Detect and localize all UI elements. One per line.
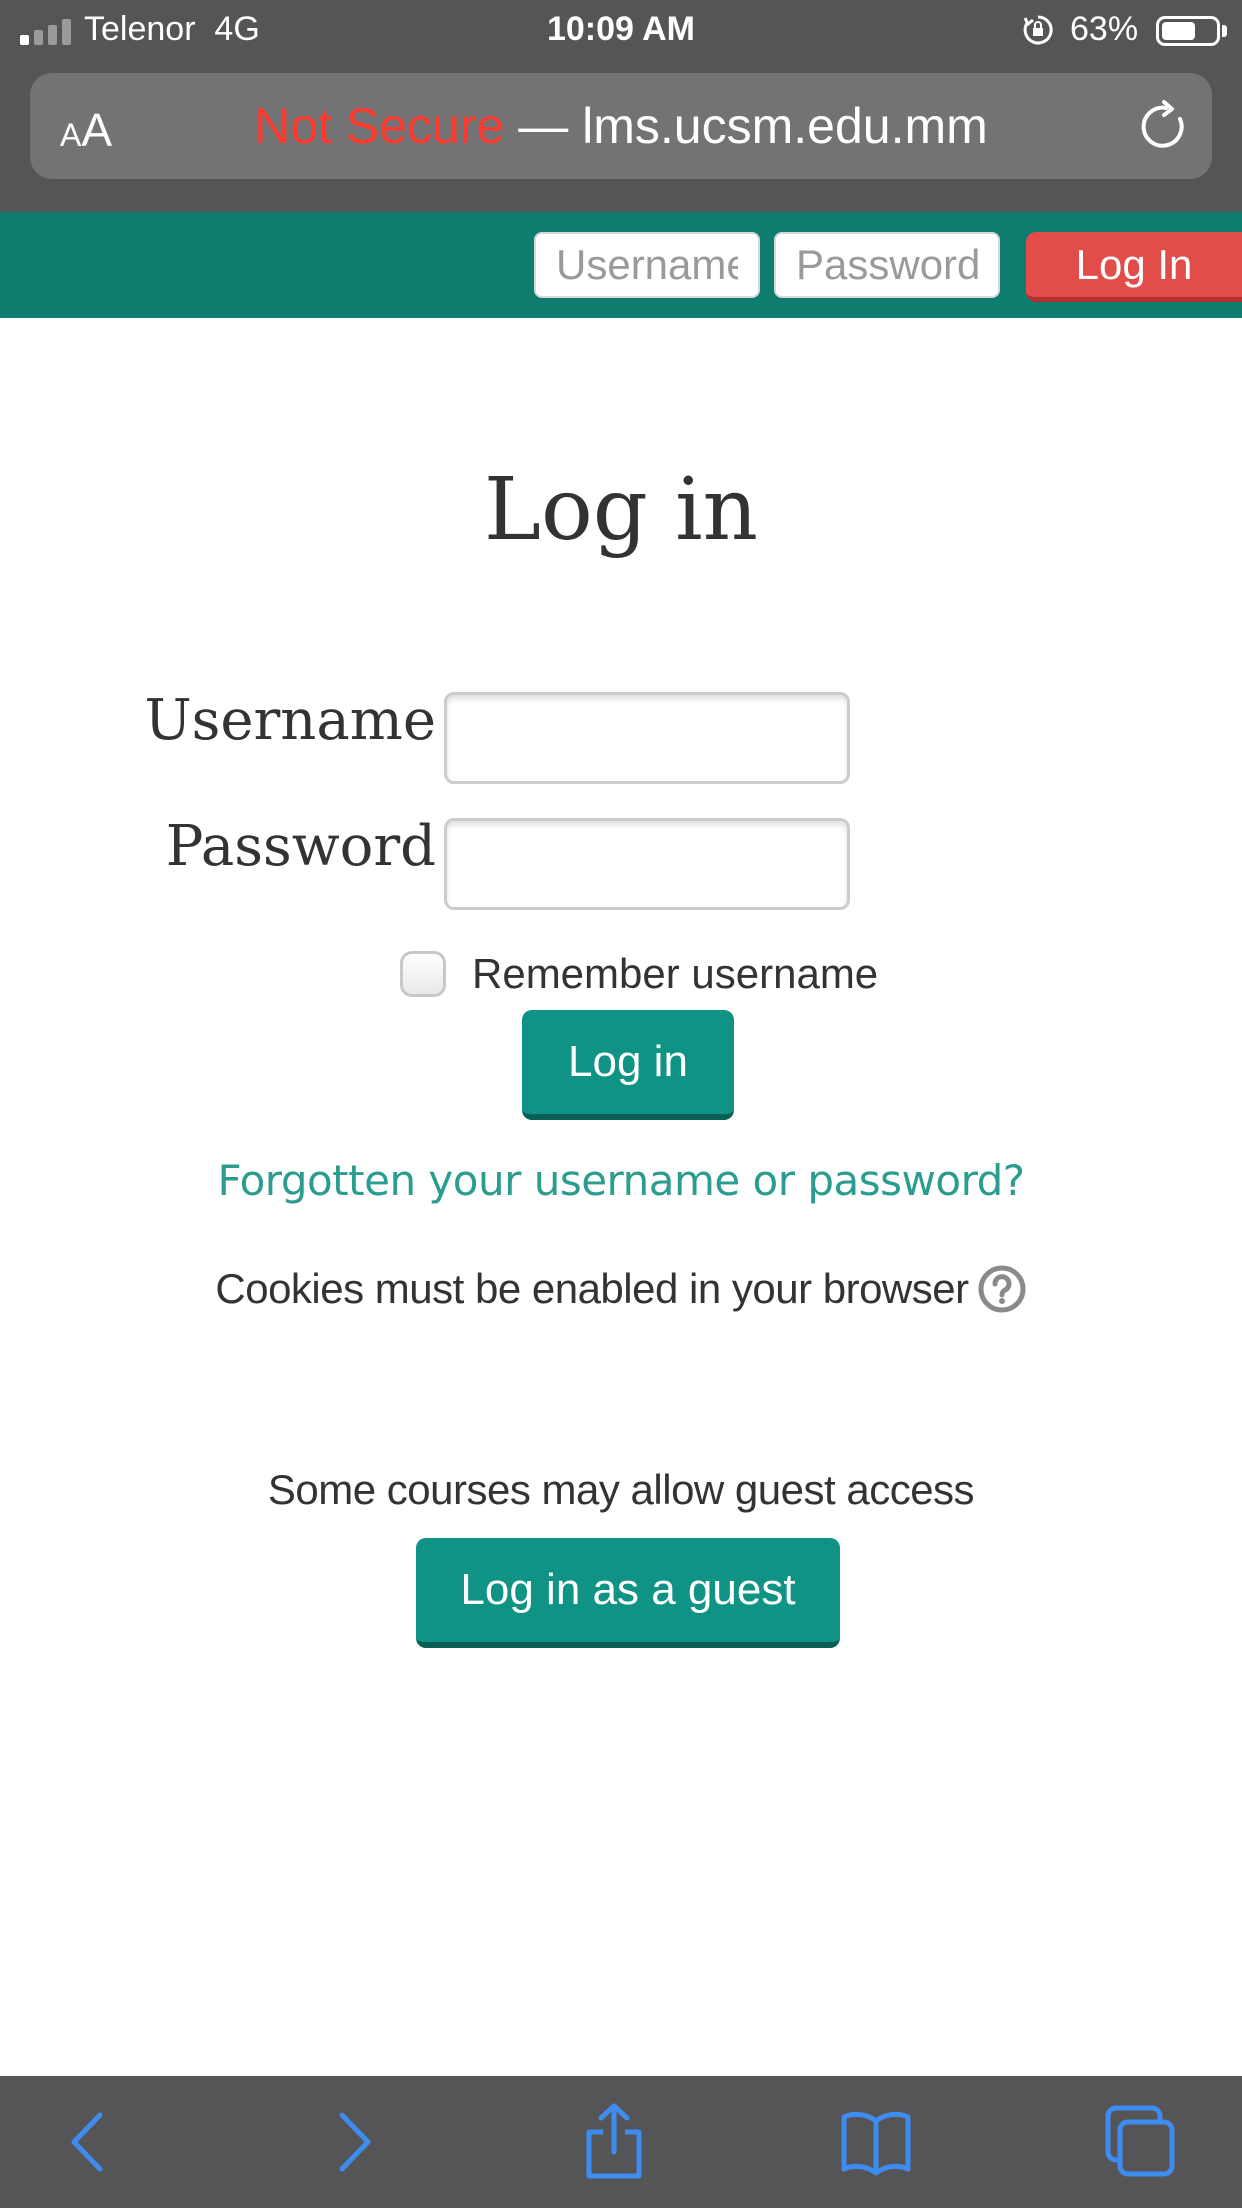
address-bar[interactable]: AA Not Secure — lms.ucsm.edu.mm	[30, 73, 1212, 179]
url-separator: —	[504, 98, 583, 154]
back-button[interactable]	[50, 2102, 130, 2182]
remember-username: Remember username	[400, 948, 878, 1000]
tabs-button[interactable]	[1100, 2102, 1180, 2182]
remember-username-checkbox[interactable]	[400, 951, 446, 997]
navbar-login-button[interactable]: Log In	[1026, 232, 1242, 302]
battery-icon	[1156, 16, 1220, 46]
bookmarks-button[interactable]	[836, 2102, 916, 2182]
guest-access-note: Some courses may allow guest access	[267, 1466, 975, 1513]
navbar-username-input[interactable]	[534, 232, 760, 298]
tabs-icon	[1105, 2105, 1175, 2177]
forward-button[interactable]	[312, 2102, 392, 2182]
battery-tip	[1222, 25, 1227, 37]
back-icon	[71, 2112, 103, 2172]
site-navbar: Log In	[0, 212, 1242, 318]
share-button[interactable]	[574, 2102, 654, 2182]
orientation-lock-icon	[1023, 15, 1053, 45]
username-label: Username	[144, 688, 436, 753]
url-domain: lms.ucsm.edu.mm	[582, 98, 988, 154]
browser-chrome: Telenor 4G 10:09 AM 63% AA Not Secure — …	[0, 0, 1242, 212]
browser-toolbar	[0, 2076, 1242, 2208]
login-submit-button[interactable]: Log in	[522, 1010, 734, 1120]
cookies-notice-text: Cookies must be enabled in your browser	[215, 1265, 969, 1312]
clock: 10:09 AM	[546, 10, 696, 48]
forgot-password-link[interactable]: Forgotten your username or password?	[0, 1156, 1242, 1205]
guest-login-button[interactable]: Log in as a guest	[416, 1538, 840, 1648]
navbar-password-input[interactable]	[774, 232, 1000, 298]
share-icon	[586, 2103, 642, 2179]
status-bar: Telenor 4G 10:09 AM 63%	[0, 0, 1242, 66]
battery-fill	[1162, 22, 1195, 40]
remember-username-label[interactable]: Remember username	[472, 950, 878, 998]
bookmarks-icon	[841, 2111, 911, 2176]
page-title: Log in	[483, 460, 759, 560]
battery-percentage: 63%	[1070, 10, 1139, 48]
reload-icon[interactable]	[1136, 99, 1192, 155]
cookies-notice: Cookies must be enabled in your browser	[0, 1264, 1242, 1314]
security-warning: Not Secure	[254, 98, 505, 154]
password-field[interactable]	[444, 818, 850, 910]
forward-icon	[339, 2112, 371, 2172]
help-icon[interactable]	[977, 1264, 1027, 1314]
url-display[interactable]: Not Secure — lms.ucsm.edu.mm	[30, 97, 1212, 155]
password-label: Password	[165, 814, 436, 879]
username-field[interactable]	[444, 692, 850, 784]
